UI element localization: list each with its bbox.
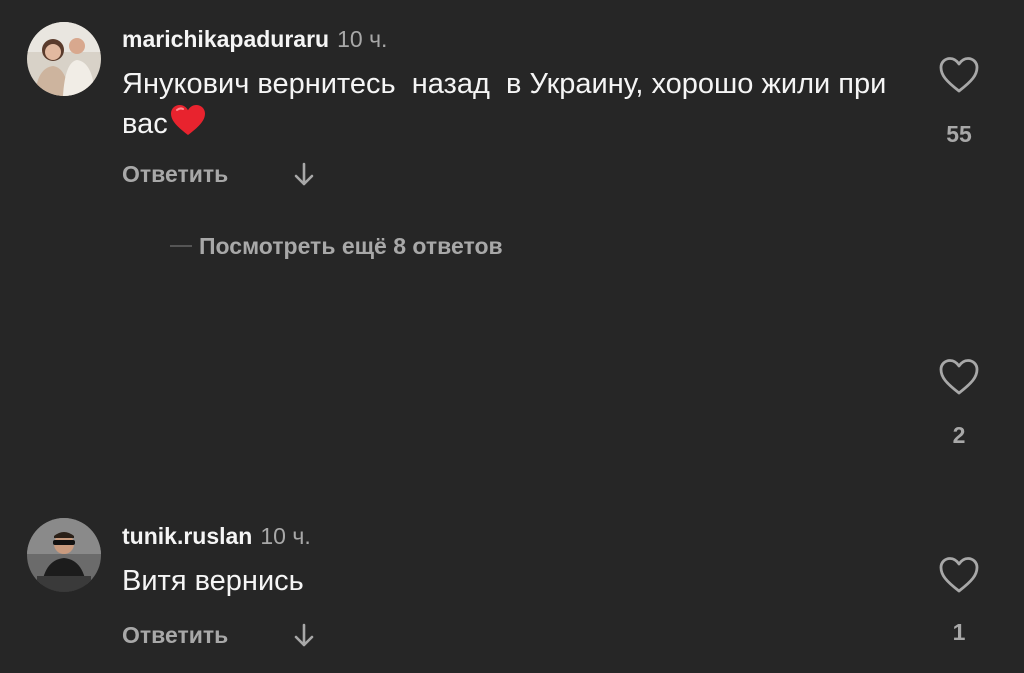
comment-header: marichikapaduraru 10 ч. [122,26,387,53]
heart-outline-icon[interactable] [938,358,980,401]
avatar-photo [27,22,101,96]
comment-body: Янукович вернитесь назад в Украину, хоро… [122,68,895,140]
timestamp: 10 ч. [337,26,388,52]
avatar[interactable] [27,22,101,96]
reply-button[interactable]: Ответить [122,161,228,188]
username[interactable]: tunik.ruslan [122,523,252,549]
heart-outline-icon[interactable] [938,556,980,599]
like-count: 1 [952,619,966,645]
divider-line [170,245,192,247]
red-heart-emoji-icon [170,104,206,147]
username[interactable]: marichikapaduraru [122,26,329,52]
like-count: 2 [952,422,966,448]
timestamp: 10 ч. [260,523,311,549]
comment-header: tunik.ruslan 10 ч. [122,523,311,550]
reply-button[interactable]: Ответить [122,622,228,649]
view-more-replies-button[interactable]: Посмотреть ещё 8 ответов [199,233,503,260]
like-count: 55 [946,121,972,147]
avatar[interactable] [27,518,101,592]
heart-outline-icon[interactable] [938,56,980,99]
comment-text: Витя вернись [122,565,304,597]
comment-text: Янукович вернитесь назад в Украину, хоро… [122,64,902,147]
arrow-down-icon[interactable] [291,161,317,194]
arrow-down-icon[interactable] [291,622,317,655]
avatar-photo [27,518,101,592]
